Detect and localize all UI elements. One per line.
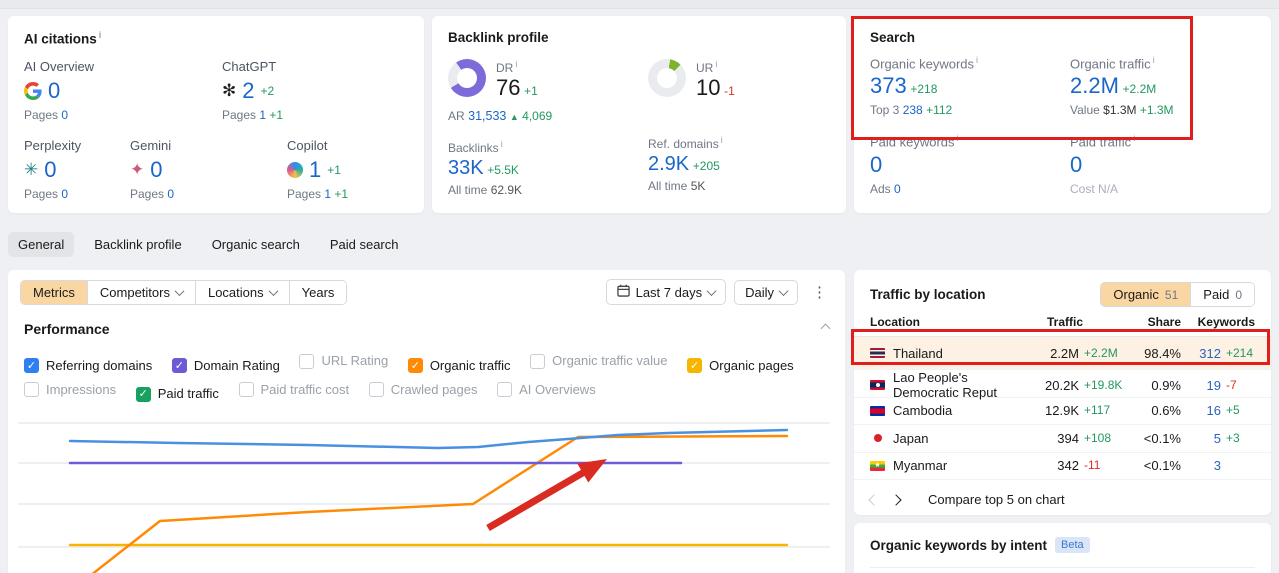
checkbox-referring-domains[interactable]: Referring domains <box>24 354 152 378</box>
info-icon: i <box>720 135 723 145</box>
checkbox-organic-traffic-value[interactable]: Organic traffic value <box>530 349 668 373</box>
checkbox-organic-pages[interactable]: Organic pages <box>687 354 794 378</box>
search-title: Search <box>870 30 916 45</box>
calendar-icon <box>616 284 630 300</box>
date-range-button[interactable]: Last 7 days <box>605 279 727 305</box>
japan-flag-icon <box>870 433 885 443</box>
chatgpt-icon: ✻ <box>222 81 237 100</box>
keywords-link[interactable]: 312 <box>1181 346 1221 361</box>
url-rating-stat: UR i 10 -1 <box>648 59 830 101</box>
performance-line-chart[interactable] <box>8 395 845 573</box>
table-row-cambodia[interactable]: Cambodia 12.9K +117 0.6% 16 +5 <box>854 398 1271 425</box>
organic-keywords-stat: Organic keywords i 373 +218 Top 3 238 +11… <box>870 55 979 118</box>
keywords-link[interactable]: 5 <box>1181 431 1221 446</box>
paid-traffic-stat: Paid traffic i 0 Cost N/A <box>1070 133 1136 196</box>
traffic-by-location-title: Traffic by location <box>870 287 986 302</box>
locations-filter-button[interactable]: Locations <box>195 280 290 304</box>
copilot-stat: Copilot 1 +1 Pages 1 +1 <box>287 137 349 201</box>
ahrefs-rank: AR 31,533 ▲ 4,069 <box>448 109 553 123</box>
paid-keywords-stat: Paid keywords i 0 Ads 0 <box>870 133 959 196</box>
info-icon: i <box>500 139 503 149</box>
section-tabs: General Backlink profile Organic search … <box>8 232 409 257</box>
ref-domains-stat: Ref. domains i 2.9K +205 All time 5K <box>648 135 723 193</box>
chevron-down-icon <box>174 285 185 296</box>
compare-top5-button[interactable]: Compare top 5 on chart <box>928 492 1065 507</box>
tab-backlink-profile[interactable]: Backlink profile <box>84 232 191 257</box>
laos-flag-icon <box>870 380 885 390</box>
chart-filter-group: Metrics Competitors Locations Years <box>20 279 348 305</box>
info-icon: i <box>976 55 979 65</box>
tab-paid-search[interactable]: Paid search <box>320 232 409 257</box>
ai-overview-stat: AI Overview 0 Pages 0 <box>24 58 95 122</box>
chevron-down-icon <box>706 285 717 296</box>
cambodia-flag-icon <box>870 405 885 416</box>
chevron-down-icon <box>268 285 279 296</box>
table-row-myanmar[interactable]: ★ Myanmar 342 -11 <0.1% 3 <box>854 453 1271 480</box>
more-options-button[interactable]: ⋮ <box>806 281 833 303</box>
next-page-icon[interactable] <box>890 493 902 506</box>
search-card: Search Organic keywords i 373 +218 Top 3 … <box>854 16 1271 213</box>
backlink-profile-title: Backlink profile <box>448 30 549 45</box>
perplexity-icon: ✳ <box>24 160 39 179</box>
keywords-link[interactable]: 16 <box>1181 403 1221 418</box>
performance-heading: Performance <box>24 321 110 337</box>
info-icon: i <box>98 30 102 40</box>
organic-toggle-button[interactable]: Organic 51 <box>1101 283 1192 306</box>
location-table-header: Location Traffic Share Keywords <box>854 307 1271 337</box>
competitors-filter-button[interactable]: Competitors <box>87 280 196 304</box>
keywords-link[interactable]: 19 <box>1181 378 1221 393</box>
perplexity-stat: Perplexity ✳ 0 Pages 0 <box>24 137 82 201</box>
backlinks-stat: Backlinks i 33K +5.5K All time 62.9K <box>448 139 523 197</box>
granularity-button[interactable]: Daily <box>734 279 798 305</box>
info-icon: i <box>1133 133 1136 144</box>
chevron-down-icon <box>778 285 789 296</box>
performance-panel: Metrics Competitors Locations Years Last… <box>8 270 845 573</box>
keywords-by-intent-panel: Organic keywords by intent Beta <box>854 523 1271 573</box>
info-icon: i <box>1152 55 1155 65</box>
tab-organic-search[interactable]: Organic search <box>202 232 310 257</box>
up-triangle-icon: ▲ <box>509 112 519 122</box>
paid-toggle-button[interactable]: Paid 0 <box>1191 283 1254 306</box>
myanmar-flag-icon: ★ <box>870 460 885 471</box>
keywords-link[interactable]: 3 <box>1181 458 1221 473</box>
tab-general[interactable]: General <box>8 232 75 257</box>
ai-citations-card: AI citations i AI Overview 0 Pages 0 Chat… <box>8 16 424 213</box>
ur-donut-chart <box>648 59 686 97</box>
prev-page-icon[interactable] <box>868 493 880 506</box>
thailand-flag-icon <box>870 348 885 358</box>
metrics-filter-button[interactable]: Metrics <box>21 280 88 304</box>
dr-donut-chart <box>448 59 486 97</box>
beta-badge: Beta <box>1055 537 1090 553</box>
gemini-icon: ✦ <box>130 160 145 179</box>
info-icon: i <box>715 59 718 69</box>
domain-rating-stat: DR i 76 +1 <box>448 59 648 101</box>
keywords-by-intent-title: Organic keywords by intent <box>870 537 1048 553</box>
traffic-by-location-panel: Traffic by location Organic 51 Paid 0 Loca… <box>854 270 1271 515</box>
organic-paid-toggle: Organic 51 Paid 0 <box>1100 282 1255 307</box>
top-strip <box>0 0 1279 9</box>
divider <box>870 567 1255 568</box>
checkbox-organic-traffic[interactable]: Organic traffic <box>407 354 511 378</box>
table-row-japan[interactable]: Japan 394 +108 <0.1% 5 +3 <box>854 425 1271 453</box>
backlink-profile-card: Backlink profile DR i 76 +1 AR 31,533 ▲ 4… <box>432 16 846 213</box>
checkbox-url-rating[interactable]: URL Rating <box>299 349 388 373</box>
chatgpt-stat: ChatGPT ✻ 2 +2 Pages 1 +1 <box>222 58 284 122</box>
table-row-laos[interactable]: Lao People's Democratic Reput 20.2K +19.8… <box>854 370 1271 400</box>
years-filter-button[interactable]: Years <box>289 280 347 304</box>
google-icon <box>24 81 42 100</box>
checkbox-domain-rating[interactable]: Domain Rating <box>171 354 280 378</box>
copilot-icon <box>287 161 303 178</box>
table-row-thailand[interactable]: Thailand 2.2M +2.2M 98.4% 312 +214 <box>854 337 1271 370</box>
info-icon: i <box>515 59 518 69</box>
ai-citations-title: AI citations i <box>24 30 102 47</box>
info-icon: i <box>956 133 959 144</box>
organic-traffic-stat: Organic traffic i 2.2M +2.2M Value $1.3M … <box>1070 55 1174 118</box>
gemini-stat: Gemini ✦ 0 Pages 0 <box>130 137 175 201</box>
